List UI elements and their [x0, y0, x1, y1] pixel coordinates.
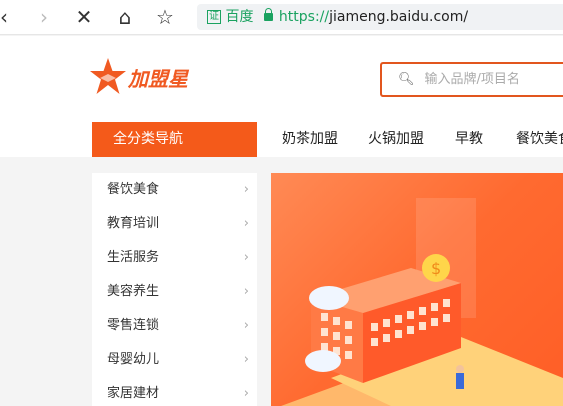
address-bar[interactable]: 证 百度 https://jiameng.baidu.com/ [197, 4, 563, 30]
nav-bar: 奶茶加盟 火锅加盟 早教 餐饮美食 [0, 36, 563, 157]
lock-icon [263, 8, 273, 21]
chevron-right-icon: › [243, 182, 249, 197]
sidebar-item[interactable]: 教育培训 › [107, 214, 249, 234]
browser-toolbar: ‹ › ✕ ⌂ ☆ 证 百度 https://jiameng.baidu.com… [0, 0, 563, 35]
star-icon[interactable]: ☆ [153, 5, 177, 29]
nav-item[interactable]: 奶茶加盟 [282, 122, 338, 157]
cert-icon: 证 [207, 10, 221, 24]
site-label: 百度 [225, 9, 254, 25]
chevron-right-icon: › [243, 352, 249, 367]
sidebar-item-label: 母婴幼儿 [107, 352, 160, 367]
site-header: 加盟星 🔍︎输入品牌/项目名 全分类导航 奶茶加盟 火锅加盟 早教 餐饮美食 [0, 36, 563, 157]
promo-banner[interactable]: $ [271, 173, 563, 406]
sidebar-item-label: 零售连锁 [107, 318, 160, 333]
sidebar-item-label: 生活服务 [107, 250, 160, 265]
url-host: jiameng.baidu.com/ [329, 9, 469, 25]
url-scheme: https:// [278, 9, 330, 25]
nav-item[interactable]: 火锅加盟 [368, 122, 424, 157]
close-icon[interactable]: ✕ [72, 5, 96, 29]
sidebar-item-label: 餐饮美食 [107, 182, 160, 197]
chevron-right-icon: › [243, 216, 249, 231]
sidebar-item[interactable]: 母婴幼儿 › [107, 350, 249, 370]
sidebar-item[interactable]: 家居建材 › [107, 384, 249, 404]
sidebar-item-label: 教育培训 [107, 216, 160, 231]
sidebar-item-label: 家居建材 [107, 386, 160, 401]
svg-text:$: $ [431, 259, 441, 278]
sidebar-item[interactable]: 餐饮美食 › [107, 180, 249, 200]
nav-item[interactable]: 餐饮美食 [516, 122, 563, 157]
nav-item[interactable]: 早教 [455, 122, 483, 157]
building-illustration: $ [281, 198, 563, 406]
chevron-right-icon: › [243, 284, 249, 299]
back-icon[interactable]: ‹ [0, 5, 16, 29]
sidebar-item[interactable]: 生活服务 › [107, 248, 249, 268]
chevron-right-icon: › [243, 386, 249, 401]
category-sidebar: 餐饮美食 › 教育培训 › 生活服务 › 美容养生 › 零售连锁 › 母婴幼儿 › 家居建材… [92, 173, 257, 406]
forward-icon[interactable]: › [32, 5, 56, 29]
sidebar-item-label: 美容养生 [107, 284, 160, 299]
chevron-right-icon: › [243, 250, 249, 265]
sidebar-item[interactable]: 美容养生 › [107, 282, 249, 302]
sidebar-item[interactable]: 零售连锁 › [107, 316, 249, 336]
home-icon[interactable]: ⌂ [113, 5, 137, 29]
chevron-right-icon: › [243, 318, 249, 333]
